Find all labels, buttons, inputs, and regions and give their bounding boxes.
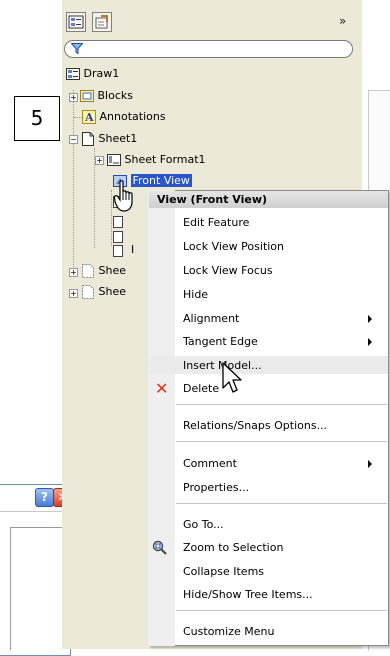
filter-funnel-icon <box>71 43 83 54</box>
expand-toggle[interactable]: + <box>95 156 104 165</box>
tree-item-sheet-format[interactable]: Sheet Format1 <box>107 152 206 168</box>
submenu-arrow-icon <box>368 338 372 346</box>
child-view-icon <box>113 231 123 243</box>
blocks-icon <box>80 90 94 102</box>
expand-toggle[interactable]: + <box>69 289 78 298</box>
expand-toggle[interactable]: + <box>69 268 78 277</box>
tree-item-sheet3[interactable]: Shee <box>81 284 126 300</box>
hand-cursor-icon <box>114 180 133 212</box>
feature-manager-tab[interactable] <box>66 12 86 32</box>
menu-item-hide-show-tree-items[interactable]: Hide/Show Tree Items... <box>183 585 313 605</box>
callout-number: 5 <box>14 96 60 141</box>
menu-item-customize-menu[interactable]: Customize Menu <box>183 622 274 642</box>
tree-item-label: Shee <box>98 285 127 298</box>
tree-item-sheet2[interactable]: Shee <box>81 263 126 279</box>
menu-item-go-to[interactable]: Go To... <box>183 515 224 535</box>
menu-item-lock-view-focus[interactable]: Lock View Focus <box>183 261 273 281</box>
dialog-divider <box>0 511 69 512</box>
tree-item-label: Annotations <box>99 110 166 123</box>
child-view-icon <box>113 245 123 257</box>
arrow-cursor-icon <box>222 362 242 393</box>
child-view-icon <box>113 216 123 228</box>
menu-item-properties[interactable]: Properties... <box>183 478 249 498</box>
submenu-arrow-icon <box>368 315 372 323</box>
submenu-arrow-icon <box>368 460 372 468</box>
zoom-to-selection-icon <box>152 540 167 555</box>
menu-item-lock-view-position[interactable]: Lock View Position <box>183 237 284 257</box>
tree-item-partial[interactable]: I <box>131 242 134 258</box>
menu-separator <box>176 503 387 504</box>
delete-icon: ✕ <box>155 379 169 398</box>
expand-chevron-icon[interactable]: » <box>339 14 346 28</box>
menu-item-comment[interactable]: Comment <box>183 454 237 474</box>
menu-item-alignment[interactable]: Alignment <box>183 309 239 329</box>
tree-item-label: Shee <box>98 264 127 277</box>
tree-connector <box>74 117 82 118</box>
sheet-format-icon <box>107 154 121 166</box>
sheet-icon <box>82 264 94 278</box>
tree-item-label: Draw1 <box>83 67 120 80</box>
sheet-icon <box>82 285 94 299</box>
tree-item-label: Sheet Format1 <box>124 153 206 166</box>
tree-item-label: Sheet1 <box>98 132 138 145</box>
menu-item-delete[interactable]: Delete <box>183 379 219 399</box>
menu-item-tangent-edge[interactable]: Tangent Edge <box>183 332 258 352</box>
expand-toggle[interactable]: + <box>69 93 78 102</box>
help-button[interactable]: ? <box>35 488 54 507</box>
tree-item-label: Blocks <box>97 89 133 102</box>
drawing-icon <box>66 68 80 80</box>
property-manager-tab[interactable] <box>92 12 112 32</box>
property-manager-icon <box>95 15 108 29</box>
menu-item-relations-snaps[interactable]: Relations/Snaps Options... <box>183 416 327 436</box>
menu-separator <box>176 441 387 442</box>
sheet-icon <box>82 132 94 146</box>
menu-item-zoom-to-selection[interactable]: Zoom to Selection <box>183 538 283 558</box>
tree-filter-bar[interactable] <box>64 40 353 58</box>
svg-text:A: A <box>84 111 94 124</box>
context-menu-header: View (Front View) <box>149 191 388 208</box>
tree-item-sheet1[interactable]: Sheet1 <box>81 131 137 147</box>
menu-separator <box>176 610 387 611</box>
annotations-icon: A <box>82 110 96 124</box>
context-menu-icon-gutter <box>148 190 175 646</box>
tree-item-blocks[interactable]: Blocks <box>80 88 133 104</box>
tree-connector <box>111 190 112 246</box>
menu-separator <box>176 404 387 405</box>
dialog-content-box <box>10 527 70 650</box>
tree-item-label: I <box>131 243 135 256</box>
menu-item-collapse-items[interactable]: Collapse Items <box>183 562 264 582</box>
tree-item-annotations[interactable]: A Annotations <box>82 109 166 125</box>
collapse-toggle[interactable]: − <box>69 135 78 144</box>
menu-item-edit-feature[interactable]: Edit Feature <box>183 213 249 233</box>
feature-tree-icon <box>68 15 84 29</box>
tree-item-draw1[interactable]: Draw1 <box>66 66 119 82</box>
menu-item-hide[interactable]: Hide <box>183 285 208 305</box>
